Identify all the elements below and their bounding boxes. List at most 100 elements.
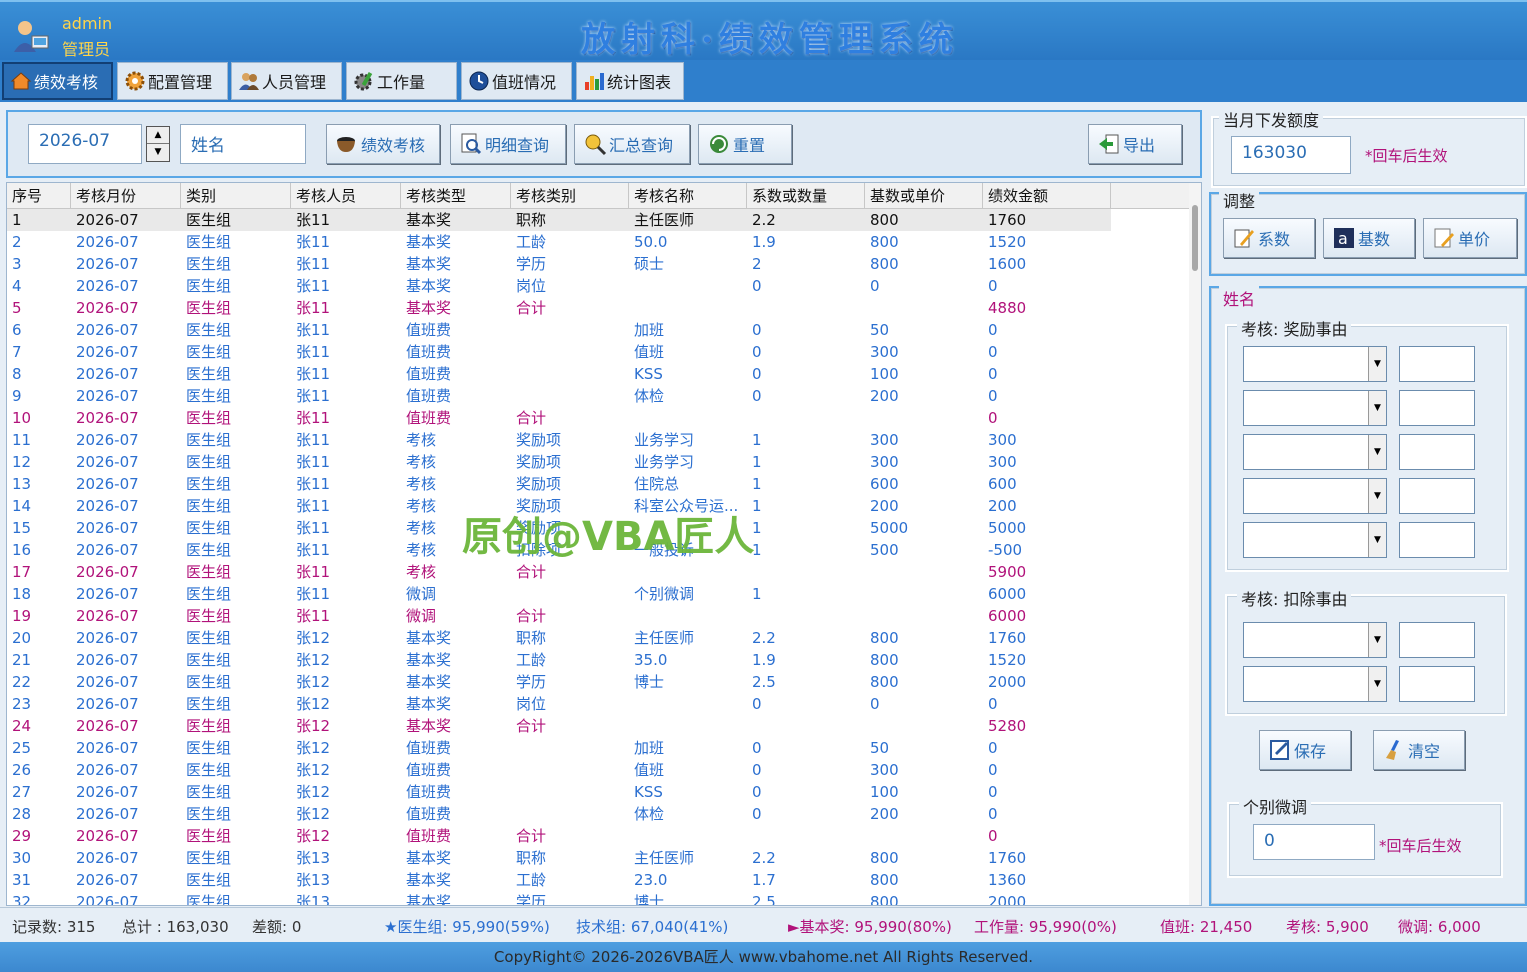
deduct-amount-1[interactable] xyxy=(1399,622,1475,658)
table-row[interactable]: 22 2026-07 医生组 张12 基本奖 学历 博士 2.5 800 2000 xyxy=(7,671,1111,693)
column-header[interactable]: 考核类别 xyxy=(511,183,629,209)
column-header[interactable]: 考核类型 xyxy=(401,183,511,209)
reward-select-3[interactable]: ▼ xyxy=(1243,434,1387,470)
table-row[interactable]: 10 2026-07 医生组 张11 值班费 合计 0 xyxy=(7,407,1111,429)
table-row[interactable]: 1 2026-07 医生组 张11 基本奖 职称 主任医师 2.2 800 1760 xyxy=(7,209,1111,231)
table-row[interactable]: 24 2026-07 医生组 张12 基本奖 合计 5280 xyxy=(7,715,1111,737)
performance-query-button[interactable]: 绩效考核 xyxy=(326,124,440,164)
base-button[interactable]: a 基数 xyxy=(1323,218,1415,258)
reset-button[interactable]: 重置 xyxy=(698,124,792,164)
column-header[interactable]: 考核人员 xyxy=(291,183,401,209)
column-header[interactable]: 考核月份 xyxy=(71,183,181,209)
table-row[interactable]: 23 2026-07 医生组 张12 基本奖 岗位 0 0 0 xyxy=(7,693,1111,715)
table-row[interactable]: 5 2026-07 医生组 张11 基本奖 合计 4880 xyxy=(7,297,1111,319)
clear-button[interactable]: 清空 xyxy=(1373,730,1465,770)
table-cell: 300 xyxy=(870,453,899,471)
column-header[interactable]: 类别 xyxy=(181,183,291,209)
table-cell: 合计 xyxy=(516,563,547,581)
table-row[interactable]: 28 2026-07 医生组 张12 值班费 体检 0 200 0 xyxy=(7,803,1111,825)
table-row[interactable]: 7 2026-07 医生组 张11 值班费 值班 0 300 0 xyxy=(7,341,1111,363)
table-row[interactable]: 16 2026-07 医生组 张11 考核 扣除项 一般投诉 1 500 -500 xyxy=(7,539,1111,561)
column-header[interactable]: 绩效金额 xyxy=(983,183,1111,209)
scrollbar-thumb[interactable] xyxy=(1192,205,1198,271)
reward-select-4[interactable]: ▼ xyxy=(1243,478,1387,514)
table-row[interactable]: 8 2026-07 医生组 张11 值班费 KSS 0 100 0 xyxy=(7,363,1111,385)
edit-doc-icon xyxy=(1432,226,1456,250)
table-row[interactable]: 12 2026-07 医生组 张11 考核 奖励项 业务学习 1 300 300 xyxy=(7,451,1111,473)
spin-down-icon[interactable]: ▼ xyxy=(147,144,169,161)
micro-adjust-input[interactable]: 0 xyxy=(1253,824,1375,860)
table-row[interactable]: 6 2026-07 医生组 张11 值班费 加班 0 50 0 xyxy=(7,319,1111,341)
detail-query-button[interactable]: 明细查询 xyxy=(450,124,566,164)
table-row[interactable]: 29 2026-07 医生组 张12 值班费 合计 0 xyxy=(7,825,1111,847)
tab-workload[interactable]: 工作量 xyxy=(346,62,457,100)
column-header[interactable]: 基数或单价 xyxy=(865,183,983,209)
table-row[interactable]: 11 2026-07 医生组 张11 考核 奖励项 业务学习 1 300 300 xyxy=(7,429,1111,451)
column-header[interactable]: 序号 xyxy=(7,183,71,209)
table-row[interactable]: 4 2026-07 医生组 张11 基本奖 岗位 0 0 0 xyxy=(7,275,1111,297)
vertical-scrollbar[interactable] xyxy=(1189,183,1201,905)
table-cell: 业务学习 xyxy=(634,453,695,471)
reward-amount-3[interactable] xyxy=(1399,434,1475,470)
reward-amount-1[interactable] xyxy=(1399,346,1475,382)
deduct-select-1[interactable]: ▼ xyxy=(1243,622,1387,658)
chevron-down-icon[interactable]: ▼ xyxy=(1368,479,1386,513)
reward-select-2[interactable]: ▼ xyxy=(1243,390,1387,426)
column-header[interactable]: 系数或数量 xyxy=(747,183,865,209)
table-row[interactable]: 19 2026-07 医生组 张11 微调 合计 6000 xyxy=(7,605,1111,627)
export-button[interactable]: 导出 xyxy=(1088,124,1182,164)
button-label: 清空 xyxy=(1408,742,1441,761)
table-cell: 0 xyxy=(752,695,762,713)
table-cell: 职称 xyxy=(516,211,547,229)
tab-performance[interactable]: 绩效考核 xyxy=(2,62,113,100)
table-row[interactable]: 9 2026-07 医生组 张11 值班费 体检 0 200 0 xyxy=(7,385,1111,407)
unit-price-button[interactable]: 单价 xyxy=(1423,218,1517,258)
table-row[interactable]: 32 2026-07 医生组 张13 基本奖 学历 博士 2.5 800 2000 xyxy=(7,891,1111,905)
table-row[interactable]: 26 2026-07 医生组 张12 值班费 值班 0 300 0 xyxy=(7,759,1111,781)
deduct-amount-2[interactable] xyxy=(1399,666,1475,702)
table-row[interactable]: 14 2026-07 医生组 张11 考核 奖励项 科室公众号运... 1 200 200 xyxy=(7,495,1111,517)
results-grid[interactable]: 序号 考核月份 类别 考核人员 考核类型 考核类别 考核名称 系数或数量 基数或单价 绩效金额 1… xyxy=(6,182,1202,906)
reward-amount-4[interactable] xyxy=(1399,478,1475,514)
tab-duty[interactable]: 值班情况 xyxy=(461,62,572,100)
table-row[interactable]: 21 2026-07 医生组 张12 基本奖 工龄 35.0 1.9 800 1520 xyxy=(7,649,1111,671)
name-input[interactable]: 姓名 xyxy=(180,124,306,164)
table-cell: 0 xyxy=(870,277,880,295)
table-row[interactable]: 2 2026-07 医生组 张11 基本奖 工龄 50.0 1.9 800 1520 xyxy=(7,231,1111,253)
table-row[interactable]: 13 2026-07 医生组 张11 考核 奖励项 住院总 1 600 600 xyxy=(7,473,1111,495)
chevron-down-icon[interactable]: ▼ xyxy=(1368,347,1386,381)
table-row[interactable]: 17 2026-07 医生组 张11 考核 合计 5900 xyxy=(7,561,1111,583)
table-row[interactable]: 3 2026-07 医生组 张11 基本奖 学历 硕士 2 800 1600 xyxy=(7,253,1111,275)
tab-staff[interactable]: 人员管理 xyxy=(231,62,342,100)
month-spinner[interactable]: ▲ ▼ xyxy=(146,126,170,162)
chevron-down-icon[interactable]: ▼ xyxy=(1368,667,1386,701)
table-row[interactable]: 20 2026-07 医生组 张12 基本奖 职称 主任医师 2.2 800 1760 xyxy=(7,627,1111,649)
table-cell: 1 xyxy=(752,453,762,471)
table-cell: 800 xyxy=(870,233,899,251)
coefficient-button[interactable]: 系数 xyxy=(1223,218,1315,258)
table-row[interactable]: 15 2026-07 医生组 张11 考核 奖励项 1 5000 5000 xyxy=(7,517,1111,539)
tab-charts[interactable]: 统计图表 xyxy=(576,62,684,100)
summary-query-button[interactable]: 汇总查询 xyxy=(574,124,690,164)
chevron-down-icon[interactable]: ▼ xyxy=(1368,523,1386,557)
table-row[interactable]: 25 2026-07 医生组 张12 值班费 加班 0 50 0 xyxy=(7,737,1111,759)
table-cell: 0 xyxy=(752,783,762,801)
table-row[interactable]: 30 2026-07 医生组 张13 基本奖 职称 主任医师 2.2 800 1760 xyxy=(7,847,1111,869)
month-input[interactable]: 2026-07 xyxy=(28,124,142,164)
table-row[interactable]: 18 2026-07 医生组 张11 微调 个别微调 1 6000 xyxy=(7,583,1111,605)
column-header[interactable]: 考核名称 xyxy=(629,183,747,209)
reward-amount-2[interactable] xyxy=(1399,390,1475,426)
reward-select-1[interactable]: ▼ xyxy=(1243,346,1387,382)
spin-up-icon[interactable]: ▲ xyxy=(147,127,169,144)
save-button[interactable]: 保存 xyxy=(1259,730,1351,770)
table-row[interactable]: 31 2026-07 医生组 张13 基本奖 工龄 23.0 1.7 800 1360 xyxy=(7,869,1111,891)
reward-amount-5[interactable] xyxy=(1399,522,1475,558)
quota-input[interactable]: 163030 xyxy=(1231,136,1351,174)
chevron-down-icon[interactable]: ▼ xyxy=(1368,623,1386,657)
reward-select-5[interactable]: ▼ xyxy=(1243,522,1387,558)
chevron-down-icon[interactable]: ▼ xyxy=(1368,391,1386,425)
tab-config[interactable]: 配置管理 xyxy=(117,62,228,100)
chevron-down-icon[interactable]: ▼ xyxy=(1368,435,1386,469)
table-row[interactable]: 27 2026-07 医生组 张12 值班费 KSS 0 100 0 xyxy=(7,781,1111,803)
deduct-select-2[interactable]: ▼ xyxy=(1243,666,1387,702)
